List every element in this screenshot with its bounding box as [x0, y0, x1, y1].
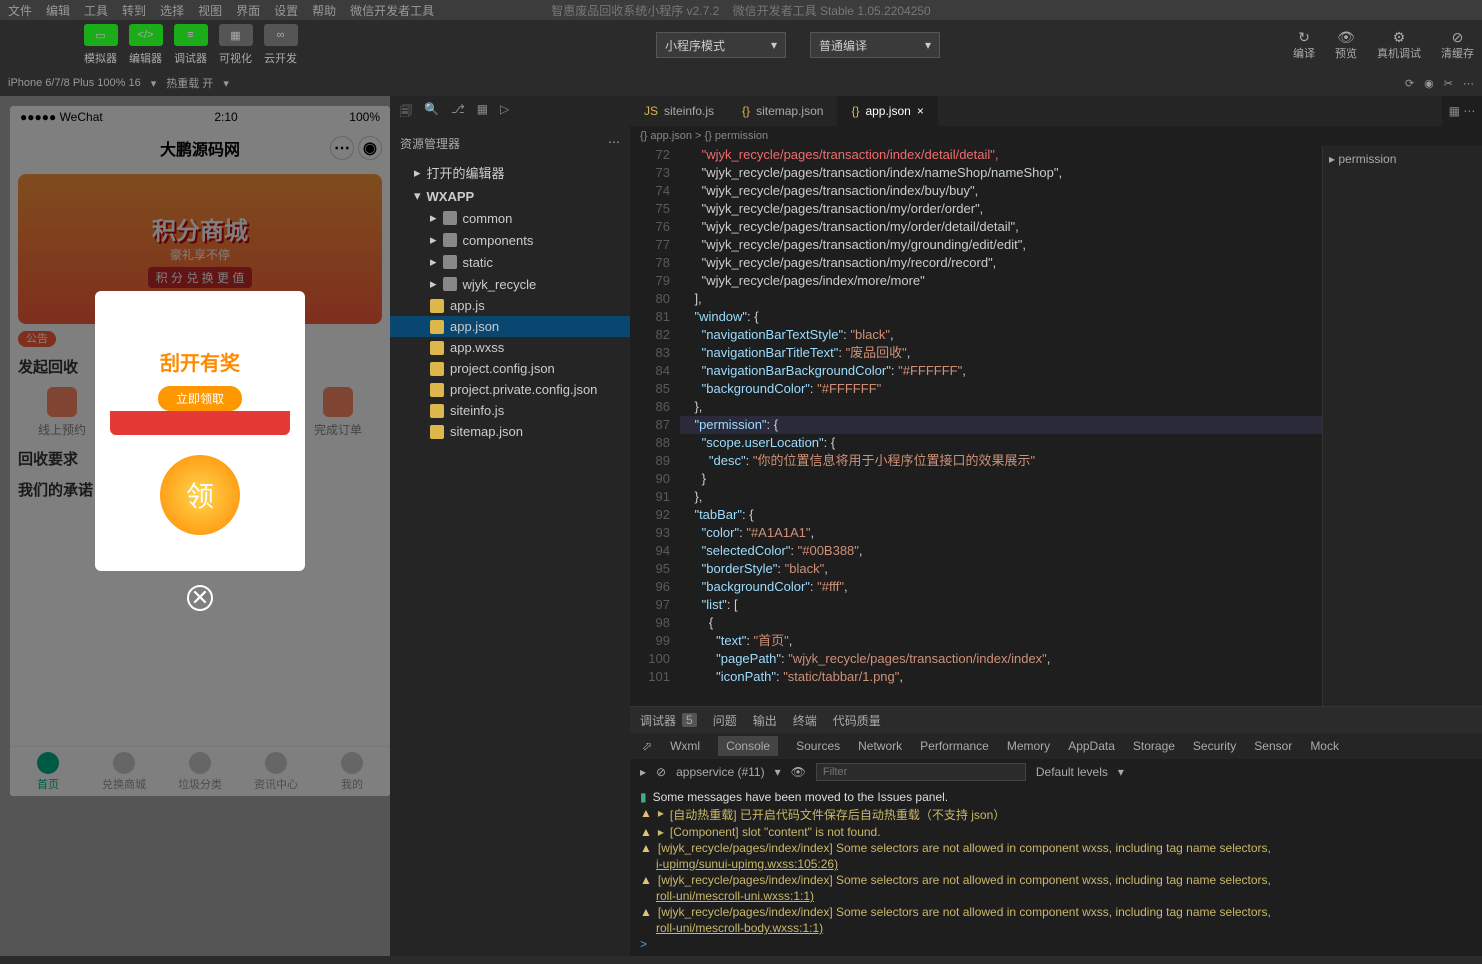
- toolbar: ▭模拟器 </>编辑器 ≡调试器 ▦可视化 ∞云开发 小程序模式▾ 普通编译▾ …: [0, 20, 1482, 70]
- claim-button[interactable]: 立即领取: [158, 386, 242, 411]
- simulator-toggle[interactable]: ▭模拟器: [78, 24, 123, 66]
- dt-tab[interactable]: 终端: [793, 712, 817, 729]
- editor-tab-active[interactable]: {}app.json ×: [837, 96, 937, 126]
- outline-pane: ▸ permission: [1322, 146, 1482, 706]
- simulator-pane: ●●●●● WeChat 2:10 100% 大鹏源码网 ⋯ ◉ 积分商城 豪礼…: [0, 96, 390, 956]
- preview-button[interactable]: 👁预览: [1335, 29, 1357, 61]
- tree-file[interactable]: siteinfo.js: [390, 400, 630, 421]
- mode-select[interactable]: 小程序模式▾: [656, 32, 786, 58]
- modal-overlay[interactable]: 刮开有奖 立即领取 领 ✕: [10, 106, 390, 796]
- close-tab-icon[interactable]: ×: [917, 104, 924, 118]
- more-icon[interactable]: ⋯: [608, 135, 620, 152]
- hotreload-toggle[interactable]: 热重载 开: [166, 75, 213, 91]
- editor-pane: JSsiteinfo.js {}sitemap.json {}app.json …: [630, 96, 1482, 706]
- tree-file[interactable]: project.private.config.json: [390, 379, 630, 400]
- breadcrumb[interactable]: {} app.json > {} permission: [640, 130, 768, 142]
- tree-folder[interactable]: ▸ wjyk_recycle: [390, 273, 630, 295]
- toolbar-icon[interactable]: ⋯: [1463, 77, 1474, 90]
- device-bar: iPhone 6/7/8 Plus 100% 16▾ 热重载 开▾ ⟳ ◉ ✂ …: [0, 70, 1482, 96]
- ext-icon[interactable]: ▦: [477, 102, 488, 123]
- compile-select[interactable]: 普通编译▾: [810, 32, 940, 58]
- dt-tab[interactable]: 问题: [713, 712, 737, 729]
- popup: 刮开有奖 立即领取 领: [95, 291, 305, 571]
- sidebar-toggle-icon[interactable]: ▸: [640, 765, 646, 779]
- files-icon[interactable]: 🗐: [400, 102, 412, 123]
- dt-panel-active[interactable]: Console: [718, 736, 778, 756]
- tree-open-editors[interactable]: ▸ 打开的编辑器: [390, 160, 630, 185]
- tree-folder[interactable]: ▸ common: [390, 207, 630, 229]
- ide-version: 微信开发者工具 Stable 1.05.2204250: [733, 4, 931, 18]
- toolbar-icon[interactable]: ◉: [1424, 77, 1434, 90]
- dt-panel[interactable]: Mock: [1310, 739, 1339, 753]
- dt-tab[interactable]: 调试器: [640, 712, 676, 729]
- dt-panel[interactable]: Wxml: [670, 739, 700, 753]
- eye-icon[interactable]: 👁: [791, 765, 806, 779]
- device-select[interactable]: iPhone 6/7/8 Plus 100% 16: [8, 77, 141, 89]
- tree-folder[interactable]: ▸ static: [390, 251, 630, 273]
- tree-folder[interactable]: ▸ components: [390, 229, 630, 251]
- dt-panel[interactable]: Network: [858, 739, 902, 753]
- search-icon[interactable]: 🔍: [424, 102, 439, 123]
- tree-file-selected[interactable]: app.json: [390, 316, 630, 337]
- dt-tab[interactable]: 输出: [753, 712, 777, 729]
- tree-file[interactable]: project.config.json: [390, 358, 630, 379]
- compile-button[interactable]: ↻编译: [1293, 29, 1315, 61]
- tree-file[interactable]: app.wxss: [390, 337, 630, 358]
- cloud-dev[interactable]: ∞云开发: [258, 24, 303, 66]
- clear-cache-button[interactable]: ⊘清缓存: [1441, 29, 1474, 61]
- close-icon[interactable]: ✕: [187, 585, 213, 611]
- levels-select[interactable]: Default levels: [1036, 765, 1108, 779]
- dt-panel[interactable]: Storage: [1133, 739, 1175, 753]
- debugger-toggle[interactable]: ≡调试器: [168, 24, 213, 66]
- tree-file[interactable]: sitemap.json: [390, 421, 630, 442]
- coin-icon[interactable]: 领: [160, 455, 240, 535]
- code-editor[interactable]: 7273747576777879808182838485868788899091…: [630, 146, 1322, 706]
- devtools-pane: 调试器5 问题 输出 终端 代码质量 ⬀ Wxml Console Source…: [630, 706, 1482, 956]
- dt-panel[interactable]: Sensor: [1254, 739, 1292, 753]
- explorer-pane: 🗐 🔍 ⎇ ▦ ▷ 资源管理器 ⋯ ▸ 打开的编辑器 ▾ WXAPP ▸ comm…: [390, 96, 630, 956]
- popup-title: 刮开有奖: [160, 347, 240, 376]
- console-output[interactable]: ▮Some messages have been moved to the Is…: [630, 785, 1482, 956]
- tree-file[interactable]: app.js: [390, 295, 630, 316]
- dt-panel[interactable]: Performance: [920, 739, 989, 753]
- dt-panel[interactable]: AppData: [1068, 739, 1115, 753]
- inspect-icon[interactable]: ⬀: [642, 739, 652, 753]
- context-select[interactable]: appservice (#11): [676, 765, 765, 779]
- dt-panel[interactable]: Sources: [796, 739, 840, 753]
- editor-tab[interactable]: {}sitemap.json: [728, 96, 837, 126]
- dt-panel[interactable]: Security: [1193, 739, 1236, 753]
- remote-debug-button[interactable]: ⚙真机调试: [1377, 29, 1421, 61]
- filter-input[interactable]: [816, 763, 1026, 781]
- dt-panel[interactable]: Memory: [1007, 739, 1050, 753]
- toolbar-icon[interactable]: ✂: [1444, 77, 1453, 90]
- clear-icon[interactable]: ⊘: [656, 765, 666, 779]
- tree-root[interactable]: ▾ WXAPP: [390, 185, 630, 207]
- menubar: 文件 编辑 工具 转到 选择 视图 界面 设置 帮助 微信开发者工具 智惠废品回…: [0, 0, 1482, 20]
- run-icon[interactable]: ▷: [500, 102, 509, 123]
- visual-toggle[interactable]: ▦可视化: [213, 24, 258, 66]
- app-title: 智惠废品回收系统小程序 v2.7.2: [551, 4, 719, 18]
- phone-screen: ●●●●● WeChat 2:10 100% 大鹏源码网 ⋯ ◉ 积分商城 豪礼…: [10, 106, 390, 796]
- dt-tab[interactable]: 代码质量: [833, 712, 881, 729]
- branch-icon[interactable]: ⎇: [451, 102, 465, 123]
- toolbar-icon[interactable]: ⟳: [1405, 77, 1414, 90]
- editor-tab[interactable]: JSsiteinfo.js: [630, 96, 728, 126]
- explorer-title: 资源管理器: [400, 135, 460, 152]
- editor-toggle[interactable]: </>编辑器: [123, 24, 168, 66]
